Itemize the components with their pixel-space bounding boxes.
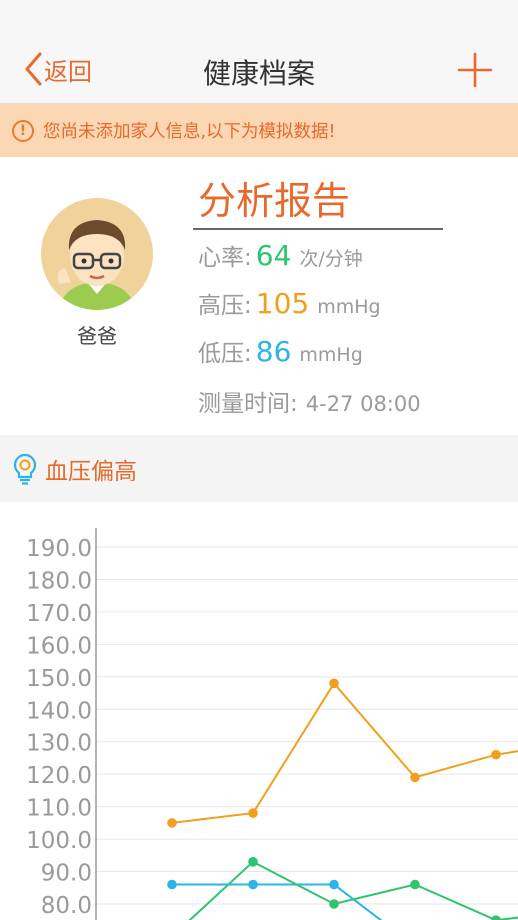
y-tick-label: 150.0 — [26, 666, 92, 692]
y-tick-label: 190.0 — [26, 536, 92, 562]
data-point — [410, 879, 420, 890]
notice-banner: ! 您尚未添加家人信息,以下为模拟数据! — [0, 104, 518, 157]
data-point — [329, 678, 339, 689]
data-point — [167, 879, 177, 890]
measure-time-row: 测量时间: 4-27 08:00 — [198, 384, 421, 418]
data-point — [329, 879, 339, 890]
data-point — [248, 879, 258, 890]
data-point — [491, 915, 501, 920]
heart-rate-unit: 次/分钟 — [299, 248, 363, 270]
heart-rate-label: 心率: — [198, 245, 252, 271]
report-title: 分析报告 — [198, 179, 351, 223]
diastolic-label: 低压: — [198, 341, 252, 367]
heart-rate-value: 64 — [255, 239, 292, 272]
diastolic-value: 86 — [255, 335, 292, 368]
measure-time-value: 4-27 08:00 — [305, 392, 421, 416]
y-tick-label: 130.0 — [26, 731, 92, 757]
blood-pressure-chart: 190.0 180.0 170.0 160.0 150.0 140.0 130.0 120.0… — [26, 528, 518, 920]
heart-rate-row: 心率: 64 次/分钟 — [198, 238, 363, 272]
navigation-bar: 返回 健康档案 — [0, 0, 518, 104]
profile-name: 爸爸 — [77, 324, 117, 348]
systolic-value: 105 — [255, 287, 310, 320]
y-tick-label: 170.0 — [26, 601, 92, 627]
systolic-label: 高压: — [198, 293, 252, 319]
report-divider — [193, 228, 443, 230]
data-point — [167, 818, 177, 828]
y-tick-label: 120.0 — [26, 763, 92, 789]
series-line — [188, 860, 518, 920]
data-point — [491, 749, 501, 760]
page-title: 健康档案 — [202, 57, 315, 90]
y-tick-label: 90.0 — [41, 861, 92, 887]
y-tick-label: 80.0 — [41, 893, 92, 919]
data-point — [410, 772, 420, 783]
y-tick-label: 110.0 — [26, 796, 92, 822]
lightbulb-icon — [13, 453, 37, 485]
systolic-unit: mmHg — [317, 296, 381, 318]
avatar[interactable] — [41, 198, 153, 310]
diastolic-row: 低压: 86 mmHg — [198, 334, 363, 368]
data-point — [248, 857, 258, 867]
y-tick-label: 140.0 — [26, 698, 92, 724]
y-tick-label: 180.0 — [26, 568, 92, 594]
alert-text: 血压偏高 — [45, 458, 137, 485]
diastolic-unit: mmHg — [299, 344, 363, 366]
plus-icon[interactable] — [457, 52, 493, 88]
notice-text: 您尚未添加家人信息,以下为模拟数据! — [43, 122, 336, 142]
y-tick-label: 100.0 — [26, 828, 92, 854]
alert-section: 血压偏高 — [0, 435, 518, 502]
systolic-row: 高压: 105 mmHg — [198, 286, 381, 320]
data-point — [248, 808, 258, 818]
y-tick-label: 160.0 — [26, 633, 92, 659]
data-point — [329, 899, 339, 909]
series-line — [171, 681, 518, 824]
warning-circle-icon: ! — [12, 119, 34, 142]
measure-time-label: 测量时间: — [198, 391, 298, 417]
